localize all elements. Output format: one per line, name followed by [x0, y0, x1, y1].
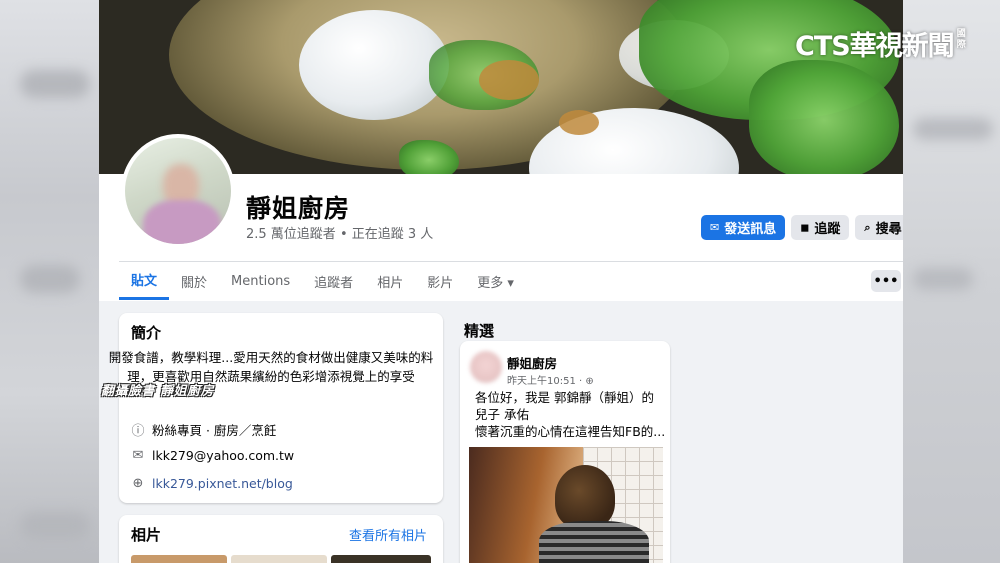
logo-side-text: 國際 — [956, 29, 966, 50]
post-text-line: 各位好，我是 郭錦靜（靜姐）的 — [475, 390, 654, 405]
blurred-background-left — [0, 0, 99, 563]
source-caption: 翻攝臉書 靜姐廚房 — [101, 384, 215, 399]
globe-icon: ⊕ — [585, 376, 594, 387]
rice-cake — [299, 10, 449, 120]
send-message-button[interactable]: ✉ 發送訊息 — [701, 215, 786, 240]
photo-thumbnail[interactable] — [231, 555, 327, 563]
website-row: ⊕ lkk279.pixnet.net/blog — [131, 476, 293, 491]
follow-icon: ◼ — [800, 221, 810, 234]
cts-news-logo: CTS華視新聞 國際 — [795, 24, 969, 63]
post-text-line: 懷著沉重的心情在這裡告知FB的... — [475, 424, 666, 439]
facebook-page: 靜姐廚房 2.5 萬位追蹤者 • 正在追蹤 3 人 ✉ 發送訊息 ◼ 追蹤 ⌕ … — [99, 0, 903, 563]
photo-person-shirt — [539, 521, 649, 563]
search-icon: ⌕ — [864, 221, 871, 234]
see-all-photos-link[interactable]: 查看所有相片 — [349, 525, 427, 544]
messenger-icon: ✉ — [710, 221, 720, 234]
blurred-shape — [913, 118, 993, 140]
page-actions: ✉ 發送訊息 ◼ 追蹤 ⌕ 搜尋 — [701, 215, 903, 240]
more-options-button[interactable]: ••• — [871, 270, 901, 292]
post-text: 各位好，我是 郭錦靜（靜姐）的 兒子 承佑 懷著沉重的心情在這裡告知FB的... — [475, 389, 671, 440]
category-row: ⓘ 粉絲專頁 · 廚房／烹飪 — [131, 420, 276, 439]
post-photo[interactable] — [469, 447, 663, 563]
blurred-background-right — [903, 0, 1000, 563]
send-message-label: 發送訊息 — [724, 222, 777, 237]
fried-shallot — [559, 110, 599, 135]
tab-about[interactable]: 關於 — [169, 262, 219, 300]
post-author[interactable]: 靜姐廚房 — [507, 353, 557, 372]
blurred-shape — [20, 70, 90, 98]
photo-person-hair — [555, 465, 615, 529]
page-tabs: 貼文 關於 Mentions 追蹤者 相片 影片 更多 ▾ — [119, 262, 526, 300]
tab-followers[interactable]: 追蹤者 — [302, 262, 365, 300]
envelope-icon: ✉ — [132, 448, 144, 463]
post-author-avatar[interactable] — [470, 351, 502, 383]
tab-photos[interactable]: 相片 — [365, 262, 415, 300]
tab-mentions[interactable]: Mentions — [219, 262, 302, 300]
blurred-shape — [20, 265, 80, 293]
tab-posts[interactable]: 貼文 — [119, 262, 170, 300]
tab-more[interactable]: 更多 ▾ — [465, 262, 526, 300]
website-link[interactable]: lkk279.pixnet.net/blog — [152, 476, 293, 491]
info-icon: ⓘ — [131, 424, 145, 439]
follow-button[interactable]: ◼ 追蹤 — [791, 215, 850, 240]
globe-icon: ⊕ — [132, 476, 144, 491]
tab-videos[interactable]: 影片 — [415, 262, 465, 300]
search-label: 搜尋 — [875, 222, 902, 237]
photo-thumbnail[interactable] — [131, 555, 227, 563]
post-time-text: 昨天上午10:51 · — [507, 376, 583, 387]
blurred-shape — [20, 512, 90, 540]
category-text: 粉絲專頁 · 廚房／烹飪 — [152, 423, 277, 438]
photos-title: 相片 — [131, 526, 162, 544]
follow-label: 追蹤 — [814, 222, 841, 237]
email-row: ✉ lkk279@yahoo.com.tw — [131, 448, 295, 463]
logo-text: CTS華視新聞 — [795, 31, 955, 62]
profile-picture[interactable] — [121, 134, 235, 248]
page-title: 靜姐廚房 — [246, 194, 351, 223]
intro-title: 簡介 — [131, 324, 162, 342]
follower-stats[interactable]: 2.5 萬位追蹤者 • 正在追蹤 3 人 — [246, 223, 433, 242]
post-text-line: 兒子 承佑 — [475, 407, 529, 422]
post-timestamp[interactable]: 昨天上午10:51 · ⊕ — [507, 372, 594, 387]
blurred-shape — [913, 268, 973, 290]
search-button[interactable]: ⌕ 搜尋 — [855, 215, 903, 240]
photo-thumbnail[interactable] — [331, 555, 431, 563]
intro-card — [119, 313, 443, 503]
cover-photo[interactable] — [99, 0, 903, 174]
email-link[interactable]: lkk279@yahoo.com.tw — [152, 448, 294, 463]
featured-title: 精選 — [464, 322, 495, 340]
fried-shallot — [479, 60, 539, 100]
profile-body — [143, 200, 221, 244]
